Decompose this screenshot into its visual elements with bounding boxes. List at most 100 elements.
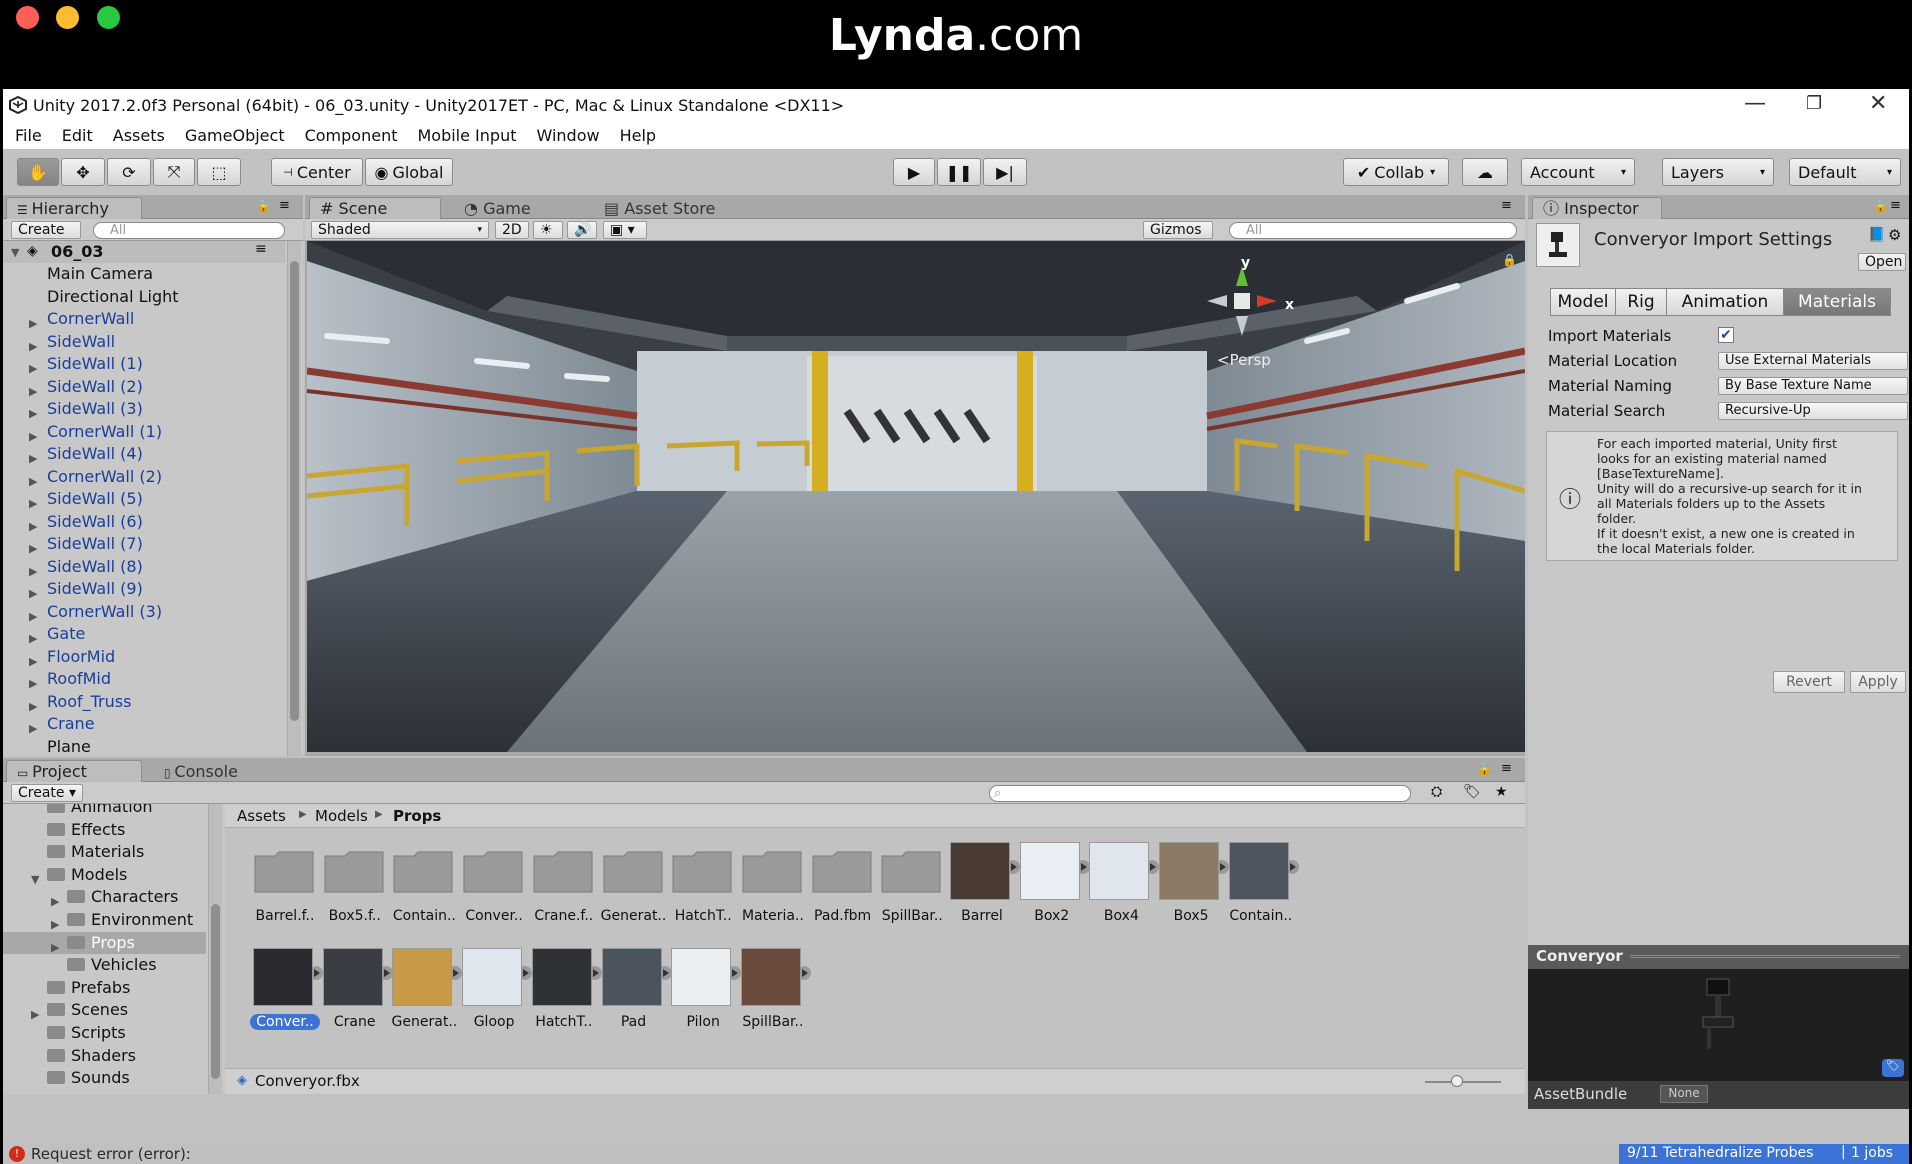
tab-model[interactable]: Model xyxy=(1550,288,1616,316)
project-search-input[interactable]: ⌕ xyxy=(989,785,1411,802)
menu-help[interactable]: Help xyxy=(620,126,656,145)
move-tool-button[interactable]: ✥ xyxy=(61,158,105,186)
panel-menu-icon[interactable]: ≡ xyxy=(279,198,290,213)
2d-toggle-button[interactable]: 2D xyxy=(495,221,529,239)
project-folder-item[interactable]: Scripts xyxy=(3,1022,206,1044)
gear-icon[interactable]: ⚙ xyxy=(1888,226,1901,244)
hierarchy-item[interactable]: ▶ SideWall (7) xyxy=(3,533,285,555)
apply-button[interactable]: Apply xyxy=(1850,671,1906,693)
scene-menu-icon[interactable]: ≡ xyxy=(255,241,267,257)
asset-item[interactable]: Gloop xyxy=(454,944,534,1034)
hand-tool-button[interactable]: ✋ xyxy=(17,158,59,186)
project-folder-item[interactable]: Vehicles xyxy=(3,954,206,976)
menu-component[interactable]: Component xyxy=(305,126,398,145)
project-tree-scrollbar[interactable] xyxy=(208,804,222,1094)
play-button[interactable]: ▶ xyxy=(893,158,935,186)
status-error-text[interactable]: Request error (error): xyxy=(31,1145,191,1163)
hierarchy-item[interactable]: ▶ CornerWall (1) xyxy=(3,421,285,443)
project-folder-item[interactable]: Prefabs xyxy=(3,977,206,999)
collab-dropdown[interactable]: ✔ Collab ▾ xyxy=(1343,158,1449,186)
hierarchy-item[interactable]: ▶ Crane xyxy=(3,713,285,735)
asset-item[interactable]: Conver.. xyxy=(454,838,534,928)
menu-edit[interactable]: Edit xyxy=(62,126,93,145)
asset-item[interactable]: Box5 xyxy=(1151,838,1231,928)
scene-viewport[interactable]: y x <Persp 🔒 xyxy=(307,241,1525,752)
preview-header[interactable]: Converyor xyxy=(1528,945,1909,969)
tab-inspector[interactable]: ⓘ Inspector xyxy=(1532,197,1662,219)
asset-item[interactable]: HatchT.. xyxy=(524,944,604,1034)
tab-animation[interactable]: Animation xyxy=(1666,288,1784,316)
hierarchy-item[interactable]: Plane xyxy=(3,736,285,757)
asset-item[interactable]: Generat.. xyxy=(384,944,464,1034)
asset-item[interactable]: Barrel.f.. xyxy=(245,838,325,928)
cloud-button[interactable]: ☁ xyxy=(1462,158,1508,186)
project-folder-item[interactable]: Materials xyxy=(3,841,206,863)
tab-materials[interactable]: Materials xyxy=(1783,288,1891,316)
hierarchy-item[interactable]: ▶ SideWall (1) xyxy=(3,353,285,375)
project-folder-item[interactable]: ▶ Environment xyxy=(3,909,206,931)
asset-item[interactable]: Contain.. xyxy=(384,838,464,928)
tab-scene[interactable]: # Scene xyxy=(309,197,441,219)
tab-hierarchy[interactable]: ☰ Hierarchy xyxy=(6,197,142,219)
panel-menu-icon[interactable]: ≡ xyxy=(1501,198,1512,213)
hierarchy-item[interactable]: ▶ SideWall (9) xyxy=(3,578,285,600)
asset-item[interactable]: HatchT.. xyxy=(663,838,743,928)
material-naming-dropdown[interactable]: By Base Texture Name xyxy=(1718,377,1908,395)
tab-game[interactable]: ◔ Game xyxy=(453,197,553,219)
panel-menu-icon[interactable]: ≡ xyxy=(1501,761,1512,776)
lighting-toggle-button[interactable]: ☀ xyxy=(533,221,563,239)
hierarchy-scrollbar[interactable] xyxy=(287,241,301,756)
scale-tool-button[interactable]: ⤧ xyxy=(153,158,195,186)
material-location-dropdown[interactable]: Use External Materials xyxy=(1718,352,1908,370)
account-dropdown[interactable]: Account ▾ xyxy=(1521,158,1635,186)
asset-item[interactable]: SpillBar.. xyxy=(872,838,952,928)
effects-dropdown[interactable]: ▣ ▾ xyxy=(603,221,647,239)
menu-gameobject[interactable]: GameObject xyxy=(185,126,285,145)
breadcrumb-models[interactable]: Models xyxy=(315,807,368,825)
step-button[interactable]: ▶| xyxy=(983,158,1027,186)
project-folder-item[interactable]: ▶ Scenes xyxy=(3,999,206,1021)
collapse-arrow-icon[interactable]: ▼ xyxy=(11,246,19,259)
hierarchy-item[interactable]: ▶ Roof_Truss xyxy=(3,691,285,713)
close-icon[interactable]: ✕ xyxy=(1869,91,1887,116)
hierarchy-item[interactable]: ▶ FloorMid xyxy=(3,646,285,668)
hierarchy-item[interactable]: ▶ CornerWall (2) xyxy=(3,466,285,488)
asset-item[interactable]: Pilon xyxy=(663,944,743,1034)
asset-item[interactable]: Box4 xyxy=(1081,838,1161,928)
asset-item[interactable]: Barrel xyxy=(942,838,1022,928)
asset-item[interactable]: Box2 xyxy=(1012,838,1092,928)
asset-item[interactable]: Box5.f.. xyxy=(315,838,395,928)
icon-size-slider[interactable] xyxy=(1425,1081,1501,1083)
asset-item[interactable]: Materia.. xyxy=(733,838,813,928)
scene-search-input[interactable]: All xyxy=(1229,222,1517,239)
asset-item[interactable]: Pad.fbm xyxy=(803,838,883,928)
lock-icon[interactable]: 🔒 xyxy=(1477,762,1492,776)
pivot-global-button[interactable]: ◉ Global xyxy=(365,158,453,186)
scene-header-row[interactable]: ▼ ◈ 06_03 ≡ xyxy=(3,241,285,263)
project-folder-item[interactable]: Sounds xyxy=(3,1067,206,1089)
hierarchy-item[interactable]: ▶ SideWall (2) xyxy=(3,376,285,398)
panel-menu-icon[interactable]: ≡ xyxy=(1890,198,1901,213)
project-folder-item[interactable]: Shaders xyxy=(3,1045,206,1067)
preview-drag-handle[interactable] xyxy=(1630,955,1900,958)
lock-icon[interactable]: 🔒 xyxy=(256,199,271,213)
project-folder-item[interactable]: ▼ Models xyxy=(3,864,206,886)
rect-tool-button[interactable]: ⬚ xyxy=(197,158,241,186)
preview-viewport[interactable]: 🏷 xyxy=(1528,969,1909,1081)
layers-dropdown[interactable]: Layers ▾ xyxy=(1662,158,1774,186)
menu-mobile-input[interactable]: Mobile Input xyxy=(417,126,516,145)
menu-window[interactable]: Window xyxy=(536,126,599,145)
menu-assets[interactable]: Assets xyxy=(113,126,165,145)
breadcrumb-assets[interactable]: Assets xyxy=(237,807,286,825)
material-search-dropdown[interactable]: Recursive-Up xyxy=(1718,402,1908,420)
project-create-button[interactable]: Create ▾ xyxy=(11,784,83,802)
tag-icon[interactable]: 🏷 xyxy=(1882,1059,1904,1077)
gizmos-dropdown[interactable]: Gizmos ▾ xyxy=(1143,221,1213,254)
open-button[interactable]: Open xyxy=(1858,253,1906,271)
minimize-icon[interactable]: — xyxy=(1744,91,1766,116)
hierarchy-item[interactable]: ▶ CornerWall xyxy=(3,308,285,330)
project-folder-item[interactable]: ▶ Characters xyxy=(3,886,206,908)
asset-item[interactable]: Crane.f.. xyxy=(524,838,604,928)
hierarchy-item[interactable]: Main Camera xyxy=(3,263,285,285)
import-materials-checkbox[interactable]: ✔ xyxy=(1718,327,1734,343)
